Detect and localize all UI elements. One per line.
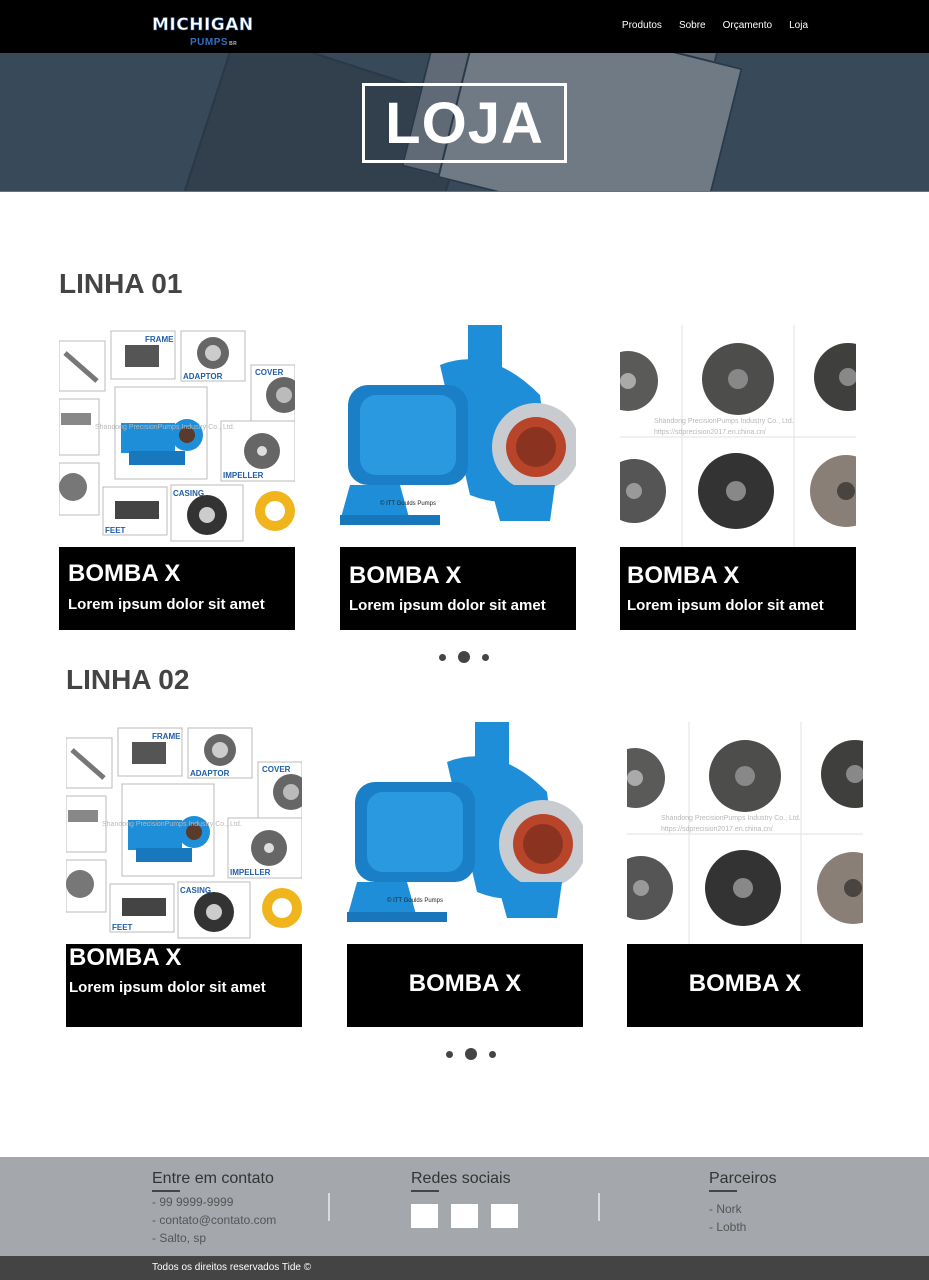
pump-credit-text: © ITT Goulds Pumps (387, 897, 443, 904)
product-description: Lorem ipsum dolor sit amet (69, 979, 266, 996)
logo-subtext: PUMPSBR (190, 37, 237, 48)
carousel-dot[interactable] (439, 653, 446, 661)
footer-contact-phone[interactable]: - 99 9999-9999 (152, 1195, 233, 1209)
footer-partner-item[interactable]: - Nork (709, 1202, 742, 1216)
label-casing: CASING (180, 886, 211, 895)
product-card[interactable]: FRAME ADAPTOR COVER IMPELLER FEET CASING (59, 325, 295, 630)
product-caption: BOMBA X Lorem ipsum dolor sit amet (340, 547, 576, 630)
footer-contact-title: Entre em contato (152, 1170, 274, 1187)
section-title-linha-02: LINHA 02 (66, 664, 190, 695)
product-card[interactable]: Shandong PrecisionPumps Industry Co., Lt… (620, 325, 856, 630)
product-title: BOMBA X (408, 970, 522, 997)
product-card[interactable]: © ITT Goulds Pumps BOMBA X (347, 722, 583, 1027)
label-impeller: IMPELLER (223, 471, 264, 480)
label-impeller: IMPELLER (230, 868, 271, 877)
logo-suffix: BR (229, 41, 238, 47)
section-title-linha-01: LINHA 01 (59, 268, 183, 299)
watermark-text: Shandong PrecisionPumps Industry Co., Lt… (661, 815, 801, 822)
carousel-dots (439, 651, 489, 663)
blue-centrifugal-pump-image: © ITT Goulds Pumps (340, 325, 576, 547)
watermark-text: Shandong PrecisionPumps Industry Co., Lt… (95, 424, 235, 431)
carousel-dot[interactable] (446, 1050, 453, 1058)
blue-centrifugal-pump-image: © ITT Goulds Pumps (347, 722, 583, 944)
nav-menu: Produtos Sobre Orçamento Loja (622, 20, 808, 31)
footer-divider (328, 1193, 330, 1221)
label-feet: FEET (105, 526, 126, 535)
michigan-pumps-logo[interactable]: MICHIGAN PUMPSBR (152, 14, 254, 50)
hero-title-box: LOJA (362, 83, 567, 163)
pump-parts-illustration: FRAME ADAPTOR COVER IMPELLER FEET CASING (66, 727, 302, 939)
footer-social-title: Redes sociais (411, 1170, 511, 1187)
footer-title-underline (152, 1190, 180, 1192)
product-caption: BOMBA X (347, 944, 583, 1027)
navbar: MICHIGAN PUMPSBR Produtos Sobre Orçament… (0, 0, 929, 53)
copyright-bar: Todos os direitos reservados Tide © (0, 1256, 929, 1280)
footer-title-underline (709, 1190, 737, 1192)
product-description: Lorem ipsum dolor sit amet (627, 597, 824, 614)
product-card[interactable]: Shandong PrecisionPumps Industry Co., Lt… (627, 722, 863, 1027)
product-title: BOMBA X (69, 944, 182, 971)
product-card[interactable]: © ITT Goulds Pumps BOMBA X Lorem ipsum d… (340, 325, 576, 630)
nav-link-produtos[interactable]: Produtos (622, 20, 662, 31)
product-title: BOMBA X (68, 560, 181, 587)
label-frame: FRAME (145, 335, 174, 344)
product-caption: BOMBA X Lorem ipsum dolor sit amet (66, 944, 302, 1027)
label-frame: FRAME (152, 732, 181, 741)
product-description: Lorem ipsum dolor sit amet (349, 597, 546, 614)
product-caption: BOMBA X Lorem ipsum dolor sit amet (620, 547, 856, 630)
watermark-url: https://sdprecision2017.en.china.cn/ (654, 429, 766, 436)
watermark-text: Shandong PrecisionPumps Industry Co., Lt… (102, 821, 242, 828)
logo-sub-label: PUMPS (190, 37, 229, 48)
product-title: BOMBA X (349, 562, 462, 589)
label-feet: FEET (112, 923, 133, 932)
label-casing: CASING (173, 489, 204, 498)
copyright-text: Todos os direitos reservados Tide © (152, 1262, 312, 1273)
footer: Entre em contato - 99 9999-9999 - contat… (0, 1157, 929, 1256)
nav-link-sobre[interactable]: Sobre (679, 20, 706, 31)
carousel-dot[interactable] (489, 1050, 496, 1058)
product-title: BOMBA X (627, 562, 740, 589)
social-icon[interactable] (451, 1204, 478, 1228)
social-icon[interactable] (411, 1204, 438, 1228)
impellers-grid-image: Shandong PrecisionPumps Industry Co., Lt… (627, 722, 863, 944)
pump-parts-illustration: FRAME ADAPTOR COVER IMPELLER FEET CASING (59, 330, 295, 542)
product-card[interactable]: FRAME ADAPTOR COVER IMPELLER FEET CASING (66, 722, 302, 1027)
nav-link-orcamento[interactable]: Orçamento (723, 20, 772, 31)
footer-contact-location: - Salto, sp (152, 1231, 207, 1245)
carousel-dot-active[interactable] (458, 651, 470, 663)
label-adaptor: ADAPTOR (183, 372, 223, 381)
impellers-illustration: Shandong PrecisionPumps Industry Co., Lt… (620, 325, 856, 547)
product-description: Lorem ipsum dolor sit amet (68, 596, 265, 613)
social-icon[interactable] (491, 1204, 518, 1228)
watermark-url: https://sdprecision2017.en.china.cn/ (661, 826, 773, 833)
label-cover: COVER (255, 368, 284, 377)
blue-pump-illustration: © ITT Goulds Pumps (347, 722, 583, 922)
carousel-dots (446, 1048, 496, 1060)
footer-contact-email[interactable]: - contato@contato.com (152, 1213, 276, 1227)
nav-link-loja[interactable]: Loja (789, 20, 808, 31)
footer-partner-item[interactable]: - Lobth (709, 1220, 746, 1234)
pump-credit-text: © ITT Goulds Pumps (380, 500, 436, 507)
logo-wordmark: MICHIGAN (152, 15, 254, 36)
footer-title-underline (411, 1190, 439, 1192)
carousel-dot-active[interactable] (465, 1048, 477, 1060)
product-title: BOMBA X (688, 970, 802, 997)
blue-pump-illustration: © ITT Goulds Pumps (340, 325, 576, 525)
label-adaptor: ADAPTOR (190, 769, 230, 778)
footer-partners-title: Parceiros (709, 1170, 777, 1187)
impellers-illustration: Shandong PrecisionPumps Industry Co., Lt… (627, 722, 863, 944)
hero-banner: LOJA (0, 53, 929, 192)
product-caption: BOMBA X Lorem ipsum dolor sit amet (59, 547, 295, 630)
label-cover: COVER (262, 765, 291, 774)
page-title: LOJA (385, 90, 544, 156)
watermark-text: Shandong PrecisionPumps Industry Co., Lt… (654, 418, 794, 425)
impellers-grid-image: Shandong PrecisionPumps Industry Co., Lt… (620, 325, 856, 547)
product-caption: BOMBA X (627, 944, 863, 1027)
footer-divider (598, 1193, 600, 1221)
carousel-dot[interactable] (482, 653, 489, 661)
pump-parts-diagram-image: FRAME ADAPTOR COVER IMPELLER FEET CASING (66, 722, 302, 944)
pump-parts-diagram-image: FRAME ADAPTOR COVER IMPELLER FEET CASING (59, 325, 295, 547)
